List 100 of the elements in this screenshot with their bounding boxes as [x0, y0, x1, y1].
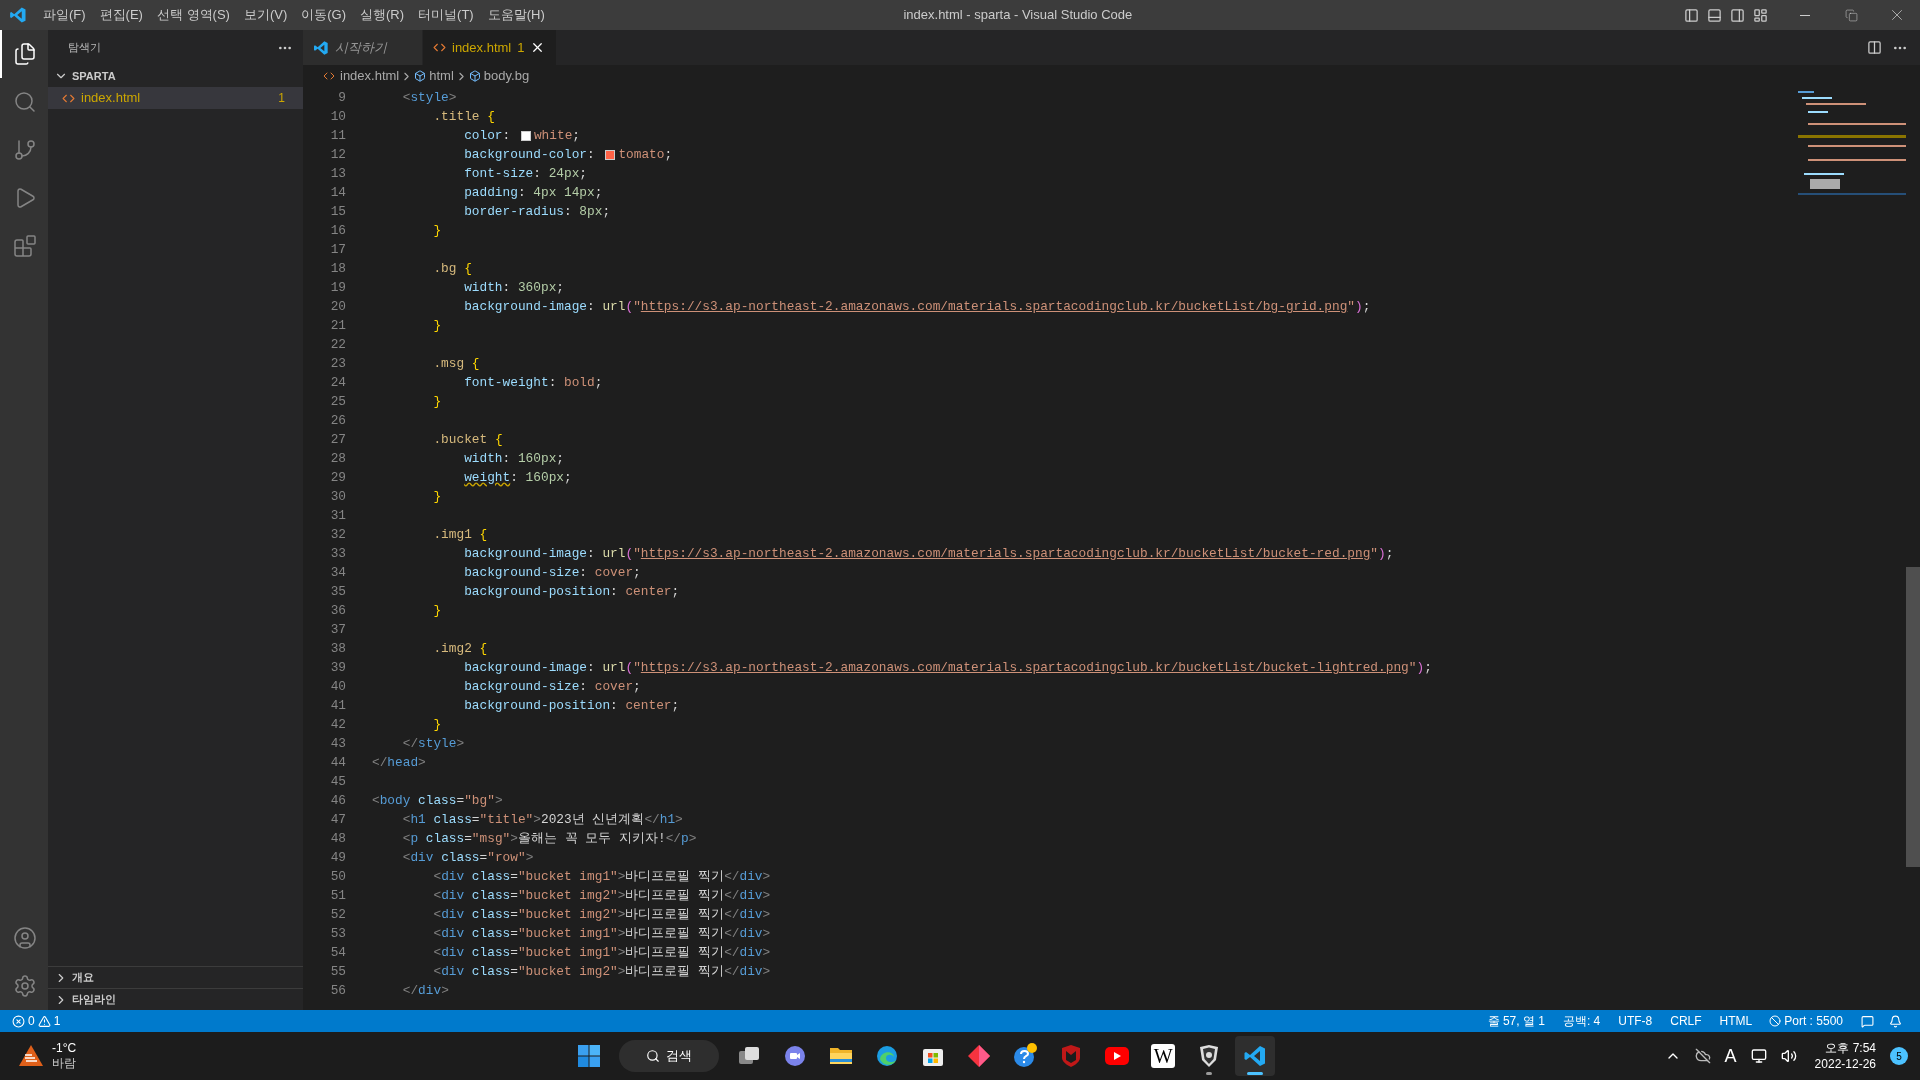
code-line: font-size: 24px;: [463, 164, 588, 183]
line-number: 46: [329, 791, 346, 810]
line-number: 12: [329, 145, 346, 164]
line-number: 18: [329, 259, 346, 278]
search-field[interactable]: 검색: [619, 1040, 720, 1072]
error-icon: [12, 1014, 25, 1028]
html-file-icon: [433, 41, 446, 54]
status-item[interactable]: 공백: 4: [1562, 1012, 1601, 1030]
file-item[interactable]: index.html 1: [48, 87, 303, 109]
code-line: <div class="bucket img1">바디프로필 찍기</div>: [432, 943, 771, 962]
breadcrumb-item[interactable]: index.html: [340, 66, 400, 86]
line-number: 13: [329, 164, 346, 183]
input-indicator[interactable]: A: [1724, 1042, 1737, 1070]
code-line: }: [432, 392, 442, 411]
panel-header[interactable]: 개요: [48, 966, 303, 988]
line-number: 43: [329, 734, 346, 753]
menu-item[interactable]: 도움말(H): [480, 0, 552, 30]
code-line: <p class="msg">올해는 꼭 모두 지키자!</p>: [401, 829, 697, 848]
network-icon[interactable]: [1750, 1048, 1767, 1064]
clock-time[interactable]: 오후 7:54: [1825, 1040, 1876, 1056]
windows-start-icon: [577, 1044, 602, 1068]
error-count[interactable]: 0: [28, 1012, 35, 1030]
line-number: 9: [337, 88, 346, 107]
code-line: background-size: cover;: [463, 677, 641, 696]
menu-item[interactable]: 이동(G): [294, 0, 354, 30]
line-number: 26: [329, 411, 346, 430]
status-item[interactable]: UTF-8: [1618, 1012, 1653, 1030]
toggle-secondary-sidebar-icon[interactable]: [1730, 7, 1745, 23]
line-number: 44: [329, 753, 346, 772]
warning-icon: [37, 1014, 51, 1028]
tab-label: index.html: [452, 38, 512, 57]
line-number: 23: [329, 354, 346, 373]
cloud-icon[interactable]: [1694, 1048, 1711, 1064]
line-number: 11: [329, 126, 346, 145]
line-number: 31: [329, 506, 346, 525]
line-number: 14: [329, 183, 346, 202]
line-number: 40: [329, 677, 346, 696]
line-number: 29: [329, 468, 346, 487]
menu-item[interactable]: 터미널(T): [411, 0, 481, 30]
code-line: </div>: [401, 981, 449, 1000]
line-number: 21: [329, 316, 346, 335]
layout-icon[interactable]: [1753, 7, 1768, 23]
status-item[interactable]: CRLF: [1670, 1012, 1702, 1030]
notification-badge[interactable]: 5: [1890, 1047, 1908, 1065]
taskbar-app[interactable]: [1235, 1036, 1276, 1076]
weather-description: 바람: [52, 1056, 77, 1071]
toggle-panel-icon[interactable]: [1707, 7, 1722, 23]
menu-item[interactable]: 선택 영역(S): [149, 0, 237, 30]
menu-item[interactable]: 파일(F): [36, 0, 93, 30]
code-line: border-radius: 8px;: [463, 202, 611, 221]
code-text: color:: [463, 126, 512, 145]
code-line: <div class="bucket img2">바디프로필 찍기</div>: [432, 886, 771, 905]
minimize-icon: [1800, 14, 1810, 16]
code-line: width: 160px;: [463, 449, 564, 468]
editor-tab[interactable]: index.html 1: [423, 30, 557, 65]
code-text: tomato;: [618, 145, 673, 164]
wiki-icon: W: [1151, 1044, 1176, 1068]
line-number: 50: [329, 867, 346, 886]
line-number: 48: [329, 829, 346, 848]
menu-item[interactable]: 편집(E): [92, 0, 150, 30]
clock-date[interactable]: 2022-12-26: [1814, 1056, 1876, 1072]
folder-header[interactable]: SPARTA: [48, 65, 303, 87]
code-line: background-size: cover;: [463, 563, 641, 582]
feedback-icon[interactable]: [1861, 1014, 1874, 1028]
warning-count[interactable]: 1: [53, 1012, 61, 1030]
color-swatch-icon[interactable]: [605, 149, 616, 160]
line-number: 39: [329, 658, 346, 677]
menu-item[interactable]: 보기(V): [236, 0, 295, 30]
browser-icon: [875, 1044, 900, 1068]
vscode-logo-icon: [313, 39, 329, 56]
code-line: .bg {: [432, 259, 472, 278]
line-number: 27: [329, 430, 346, 449]
code-line: background-image: url("https://s3.ap-northeast-2.amazonaws.com/materials.spartacodingclub.kr/bucketList/bucket-lightred.png");: [463, 658, 1432, 677]
code-line: width: 360px;: [463, 278, 564, 297]
element-icon: [414, 70, 427, 82]
notification-icon[interactable]: [1889, 1014, 1902, 1028]
volume-icon[interactable]: [1780, 1048, 1797, 1064]
status-item[interactable]: 줄 57, 열 1: [1487, 1012, 1545, 1030]
toggle-sidebar-icon[interactable]: [1684, 7, 1699, 23]
line-number: 35: [329, 582, 346, 601]
editor-tab[interactable]: 시작하기: [303, 30, 423, 65]
split-editor-icon[interactable]: [1867, 40, 1882, 55]
line-number: 34: [329, 563, 346, 582]
play-icon: [1104, 1046, 1131, 1066]
line-number: 52: [329, 905, 346, 924]
line-number: 19: [329, 278, 346, 297]
line-number: 53: [329, 924, 346, 943]
code-line: .img1 {: [432, 525, 488, 544]
code-line: weight: 160px;: [463, 468, 572, 487]
problem-count: 1: [517, 38, 525, 57]
status-item[interactable]: HTML: [1719, 1012, 1753, 1030]
search-icon: [646, 1049, 661, 1063]
breadcrumb-item[interactable]: body.bg: [483, 66, 530, 86]
line-number: 28: [329, 449, 346, 468]
color-swatch-icon[interactable]: [520, 130, 531, 141]
element-icon: [468, 70, 481, 82]
menu-item[interactable]: 실행(R): [353, 0, 412, 30]
breadcrumb-item[interactable]: html: [429, 66, 454, 86]
live-server-port[interactable]: Port : 5500: [1784, 1012, 1843, 1030]
taskbar-app[interactable]: W: [1143, 1036, 1184, 1076]
